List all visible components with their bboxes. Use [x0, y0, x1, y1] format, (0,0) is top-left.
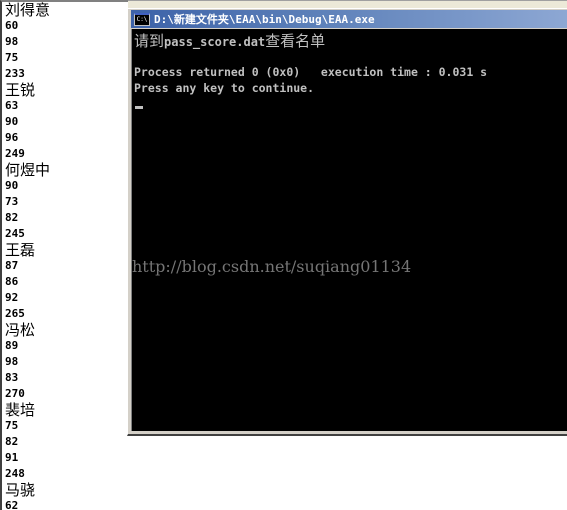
- text-file-viewer[interactable]: 刘得意 60 98 75 233 王锐 63 90 96 249 何煜中 90 73 82 245 王磊 87 8…: [0, 0, 128, 510]
- score-line: 92: [5, 291, 19, 304]
- score-line: 270: [5, 387, 25, 400]
- score-line: 96: [5, 131, 19, 144]
- score-line: 73: [5, 195, 19, 208]
- score-line: 82: [5, 211, 19, 224]
- score-line: 248: [5, 467, 25, 480]
- score-line: 89: [5, 339, 19, 352]
- watermark-text: http://blog.csdn.net/suqiang01134: [132, 257, 412, 276]
- student-name-line: 王磊: [5, 241, 36, 259]
- score-line: 60: [5, 19, 19, 32]
- console-icon: C:\: [134, 12, 150, 26]
- message-suffix: 查看名单: [265, 32, 326, 50]
- score-line: 249: [5, 147, 25, 160]
- student-name-line: 王锐: [5, 81, 36, 99]
- press-any-key-line: Press any key to continue.: [134, 81, 315, 95]
- console-output-area[interactable]: 请到pass_score.dat查看名单 Process returned 0 …: [131, 29, 567, 431]
- score-line: 83: [5, 371, 19, 384]
- score-line: 245: [5, 227, 25, 240]
- score-line: 90: [5, 179, 19, 192]
- score-line: 265: [5, 307, 25, 320]
- score-line: 98: [5, 355, 19, 368]
- score-line: 63: [5, 99, 19, 112]
- score-line: 75: [5, 419, 19, 432]
- score-line: 86: [5, 275, 19, 288]
- student-name-line: 冯松: [5, 321, 36, 339]
- student-name-line: 何煜中: [5, 161, 51, 179]
- score-line: 90: [5, 115, 19, 128]
- message-file: pass_score.dat: [164, 35, 266, 49]
- score-line: 62: [5, 499, 19, 510]
- message-prefix: 请到: [134, 32, 165, 50]
- score-line: 98: [5, 35, 19, 48]
- score-line: 91: [5, 451, 19, 464]
- student-name-line: 裴培: [5, 401, 36, 419]
- student-name-line: 刘得意: [5, 1, 51, 19]
- score-line: 233: [5, 67, 25, 80]
- console-message-line: 请到pass_score.dat查看名单: [134, 30, 325, 51]
- score-line: 75: [5, 51, 19, 64]
- score-line: 82: [5, 435, 19, 448]
- student-name-line: 马骁: [5, 481, 36, 499]
- console-title: D:\新建文件夹\EAA\bin\Debug\EAA.exe: [154, 13, 375, 26]
- console-title-bar[interactable]: C:\ D:\新建文件夹\EAA\bin\Debug\EAA.exe: [131, 10, 567, 28]
- console-window[interactable]: C:\ D:\新建文件夹\EAA\bin\Debug\EAA.exe 请到pas…: [127, 8, 567, 436]
- process-returned-line: Process returned 0 (0x0) execution time …: [134, 65, 488, 79]
- text-cursor: [135, 106, 143, 109]
- score-line: 87: [5, 259, 19, 272]
